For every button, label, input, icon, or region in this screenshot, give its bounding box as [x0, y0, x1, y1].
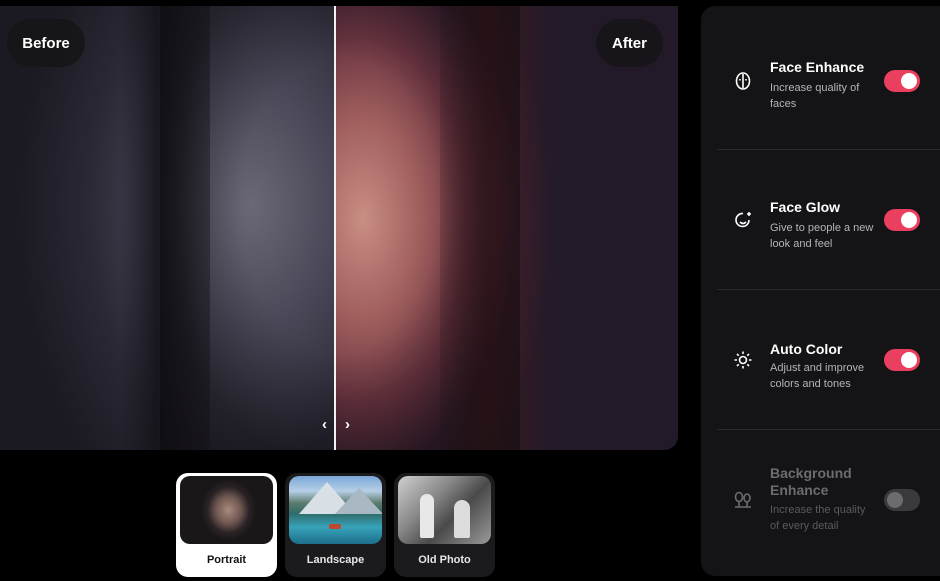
face-enhance-toggle[interactable] [884, 70, 920, 92]
setting-description: Increase quality of faces [770, 82, 860, 110]
trees-icon [732, 489, 754, 511]
auto-color-toggle[interactable] [884, 349, 920, 371]
before-label: Before [7, 19, 85, 67]
thumbnail-landscape[interactable]: Landscape [285, 473, 386, 577]
setting-description: Give to people a new look and feel [770, 222, 874, 250]
comparison-slider-handle[interactable]: ‹ › [322, 415, 350, 435]
thumbnail-label: Landscape [306, 554, 365, 566]
sample-thumbnails: Portrait Landscape Old Photo [176, 473, 495, 577]
portrait-thumbnail-image [180, 476, 273, 544]
setting-face-enhance: Face Enhance Increase quality of faces [717, 10, 940, 150]
face-outline-icon [732, 70, 754, 92]
thumbnail-label: Portrait [206, 554, 247, 566]
image-shading-left [120, 6, 210, 450]
setting-title: Face Enhance [770, 59, 865, 75]
image-shading-right [440, 6, 560, 450]
enhancement-settings-panel: Face Enhance Increase quality of faces F… [701, 6, 940, 576]
setting-title: Background Enhance [770, 465, 852, 498]
before-after-preview: ‹ › Before After [0, 6, 678, 450]
setting-auto-color: Auto Color Adjust and improve colors and… [717, 290, 940, 430]
thumbnail-label: Old Photo [418, 554, 471, 566]
setting-face-glow: Face Glow Give to people a new look and … [717, 150, 940, 290]
setting-title: Face Glow [770, 199, 841, 215]
face-glow-toggle[interactable] [884, 209, 920, 231]
landscape-thumbnail-image [289, 476, 382, 544]
background-enhance-toggle[interactable] [884, 489, 920, 511]
old-photo-thumbnail-image [398, 476, 491, 544]
thumbnail-portrait[interactable]: Portrait [176, 473, 277, 577]
setting-description: Increase the quality of every detail [770, 504, 866, 532]
thumbnail-old-photo[interactable]: Old Photo [394, 473, 495, 577]
chevron-right-icon: › [345, 416, 350, 433]
chevron-left-icon: ‹ [322, 416, 327, 433]
sparkle-smile-icon [732, 209, 754, 231]
comparison-slider-line[interactable] [334, 6, 336, 450]
setting-background-enhance: Background Enhance Increase the quality … [717, 430, 940, 576]
after-label: After [596, 19, 663, 67]
setting-description: Adjust and improve colors and tones [770, 362, 865, 390]
sun-icon [732, 349, 754, 371]
setting-title: Auto Color [770, 341, 843, 357]
